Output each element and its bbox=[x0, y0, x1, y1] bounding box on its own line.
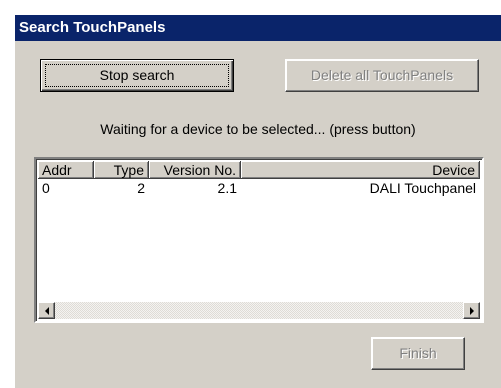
dialog-title: Search TouchPanels bbox=[15, 15, 501, 41]
horizontal-scrollbar[interactable] bbox=[38, 302, 480, 319]
delete-all-touchpanels-button[interactable]: Delete all TouchPanels bbox=[285, 59, 479, 92]
finish-button[interactable]: Finish bbox=[371, 337, 465, 370]
finish-label: Finish bbox=[399, 345, 437, 361]
search-touchpanels-dialog: Search TouchPanels Stop search Delete al… bbox=[15, 15, 501, 388]
delete-all-label: Delete all TouchPanels bbox=[310, 67, 454, 83]
cell-addr: 0 bbox=[42, 180, 50, 196]
touchpanel-list[interactable]: Addr Type Version No. Device 0 2 2.1 DAL… bbox=[34, 157, 484, 323]
scroll-left-button[interactable] bbox=[38, 302, 55, 319]
stop-search-label: Stop search bbox=[99, 67, 175, 83]
scrollbar-track[interactable] bbox=[55, 302, 463, 319]
column-header-type[interactable]: Type bbox=[94, 161, 149, 179]
list-item[interactable]: 0 2 2.1 DALI Touchpanel bbox=[38, 180, 480, 196]
column-header-device[interactable]: Device bbox=[241, 161, 480, 179]
stop-search-button[interactable]: Stop search bbox=[40, 59, 234, 92]
list-header: Addr Type Version No. Device bbox=[38, 161, 480, 179]
cell-version: 2.1 bbox=[217, 180, 237, 196]
scroll-right-button[interactable] bbox=[463, 302, 480, 319]
arrow-left-icon bbox=[44, 306, 49, 315]
column-header-version[interactable]: Version No. bbox=[149, 161, 241, 179]
column-header-addr[interactable]: Addr bbox=[38, 161, 94, 179]
arrow-right-icon bbox=[469, 306, 474, 315]
status-text: Waiting for a device to be selected... (… bbox=[100, 121, 416, 137]
cell-device: DALI Touchpanel bbox=[369, 180, 476, 196]
cell-type: 2 bbox=[137, 180, 145, 196]
